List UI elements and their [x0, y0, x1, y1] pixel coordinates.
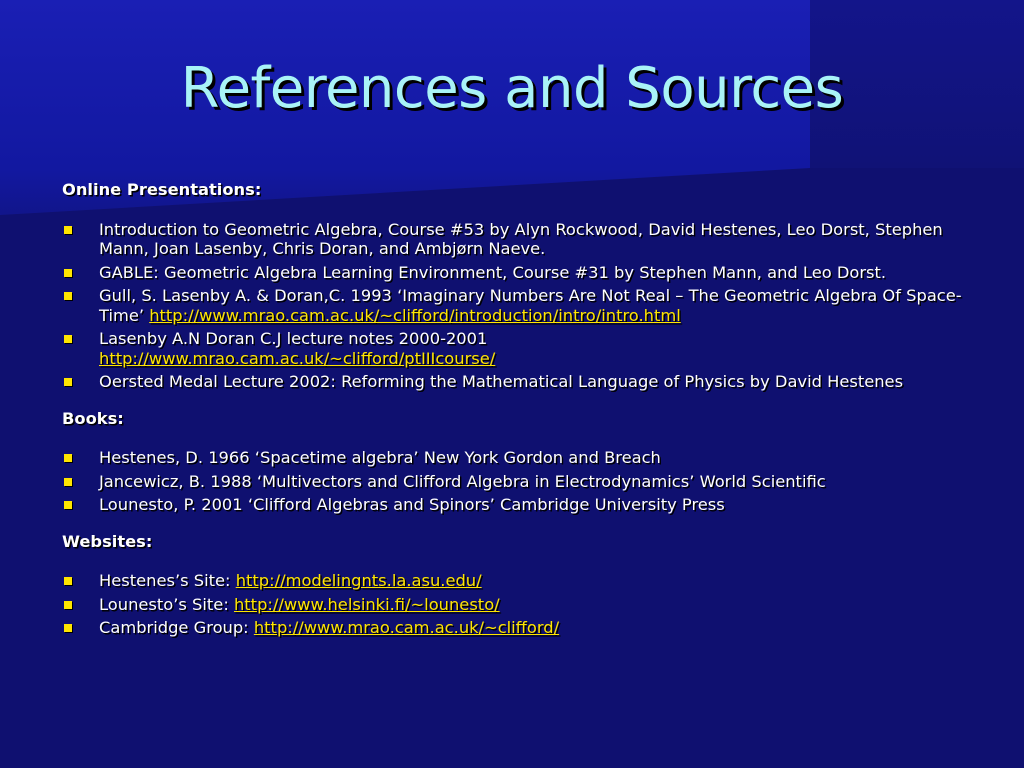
- list-item: Introduction to Geometric Algebra, Cours…: [62, 220, 982, 259]
- websites-list: Hestenes’s Site: http://modelingnts.la.a…: [62, 571, 982, 638]
- list-item-text: GABLE: Geometric Algebra Learning Enviro…: [99, 262, 887, 282]
- reference-link[interactable]: http://www.mrao.cam.ac.uk/~clifford/ptII…: [99, 349, 495, 368]
- square-bullet-icon: [64, 292, 72, 300]
- online-list: Introduction to Geometric Algebra, Cours…: [62, 220, 982, 392]
- list-item: Lounesto, P. 2001 ‘Clifford Algebras and…: [62, 495, 982, 515]
- square-bullet-icon: [64, 268, 72, 277]
- list-item: Lounesto’s Site: http://www.helsinki.fi/…: [62, 595, 982, 615]
- square-bullet-icon: [64, 501, 72, 509]
- website-link[interactable]: http://www.helsinki.fi/~lounesto/: [234, 595, 500, 614]
- slide-content: Online Presentations: Introduction to Ge…: [62, 180, 982, 642]
- square-bullet-icon: [64, 477, 72, 486]
- books-list: Hestenes, D. 1966 ‘Spacetime algebra’ Ne…: [62, 448, 982, 515]
- list-item-text: Lasenby A.N Doran C.J lecture notes 2000…: [99, 329, 488, 348]
- square-bullet-icon: [64, 378, 72, 386]
- list-item-text: Jancewicz, B. 1988 ‘Multivectors and Cli…: [99, 471, 826, 491]
- section-heading-books: Books:: [62, 408, 124, 428]
- square-bullet-icon: [64, 577, 72, 585]
- reference-link[interactable]: http://www.mrao.cam.ac.uk/~clifford/intr…: [149, 306, 681, 325]
- section-heading-online: Online Presentations:: [62, 180, 262, 199]
- list-item: Hestenes, D. 1966 ‘Spacetime algebra’ Ne…: [62, 448, 982, 468]
- list-item-text: Hestenes, D. 1966 ‘Spacetime algebra’ Ne…: [99, 448, 661, 467]
- list-item: Lasenby A.N Doran C.J lecture notes 2000…: [62, 329, 982, 368]
- list-item: GABLE: Geometric Algebra Learning Enviro…: [62, 263, 982, 283]
- website-link[interactable]: http://modelingnts.la.asu.edu/: [236, 571, 482, 590]
- slide-title: References and Sources: [180, 56, 844, 121]
- list-item-text: Oersted Medal Lecture 2002: Reforming th…: [99, 372, 904, 391]
- website-link[interactable]: http://www.mrao.cam.ac.uk/~clifford/: [254, 618, 559, 637]
- list-item-text: Introduction to Geometric Algebra, Cours…: [99, 219, 943, 259]
- list-item-text: Hestenes’s Site:: [99, 571, 236, 590]
- square-bullet-icon: [64, 600, 72, 609]
- square-bullet-icon: [64, 454, 72, 462]
- square-bullet-icon: [64, 335, 72, 343]
- section-heading-websites: Websites:: [62, 531, 153, 551]
- list-item: Jancewicz, B. 1988 ‘Multivectors and Cli…: [62, 472, 982, 492]
- list-item-text: Cambridge Group:: [99, 618, 254, 637]
- list-item-text: Lounesto, P. 2001 ‘Clifford Algebras and…: [99, 495, 725, 514]
- list-item: Gull, S. Lasenby A. & Doran,C. 1993 ‘Ima…: [62, 286, 982, 325]
- list-item: Cambridge Group: http://www.mrao.cam.ac.…: [62, 618, 982, 638]
- list-item: Hestenes’s Site: http://modelingnts.la.a…: [62, 571, 982, 591]
- list-item-text: Lounesto’s Site:: [99, 594, 234, 614]
- square-bullet-icon: [64, 225, 72, 234]
- square-bullet-icon: [64, 624, 72, 632]
- list-item: Oersted Medal Lecture 2002: Reforming th…: [62, 372, 982, 392]
